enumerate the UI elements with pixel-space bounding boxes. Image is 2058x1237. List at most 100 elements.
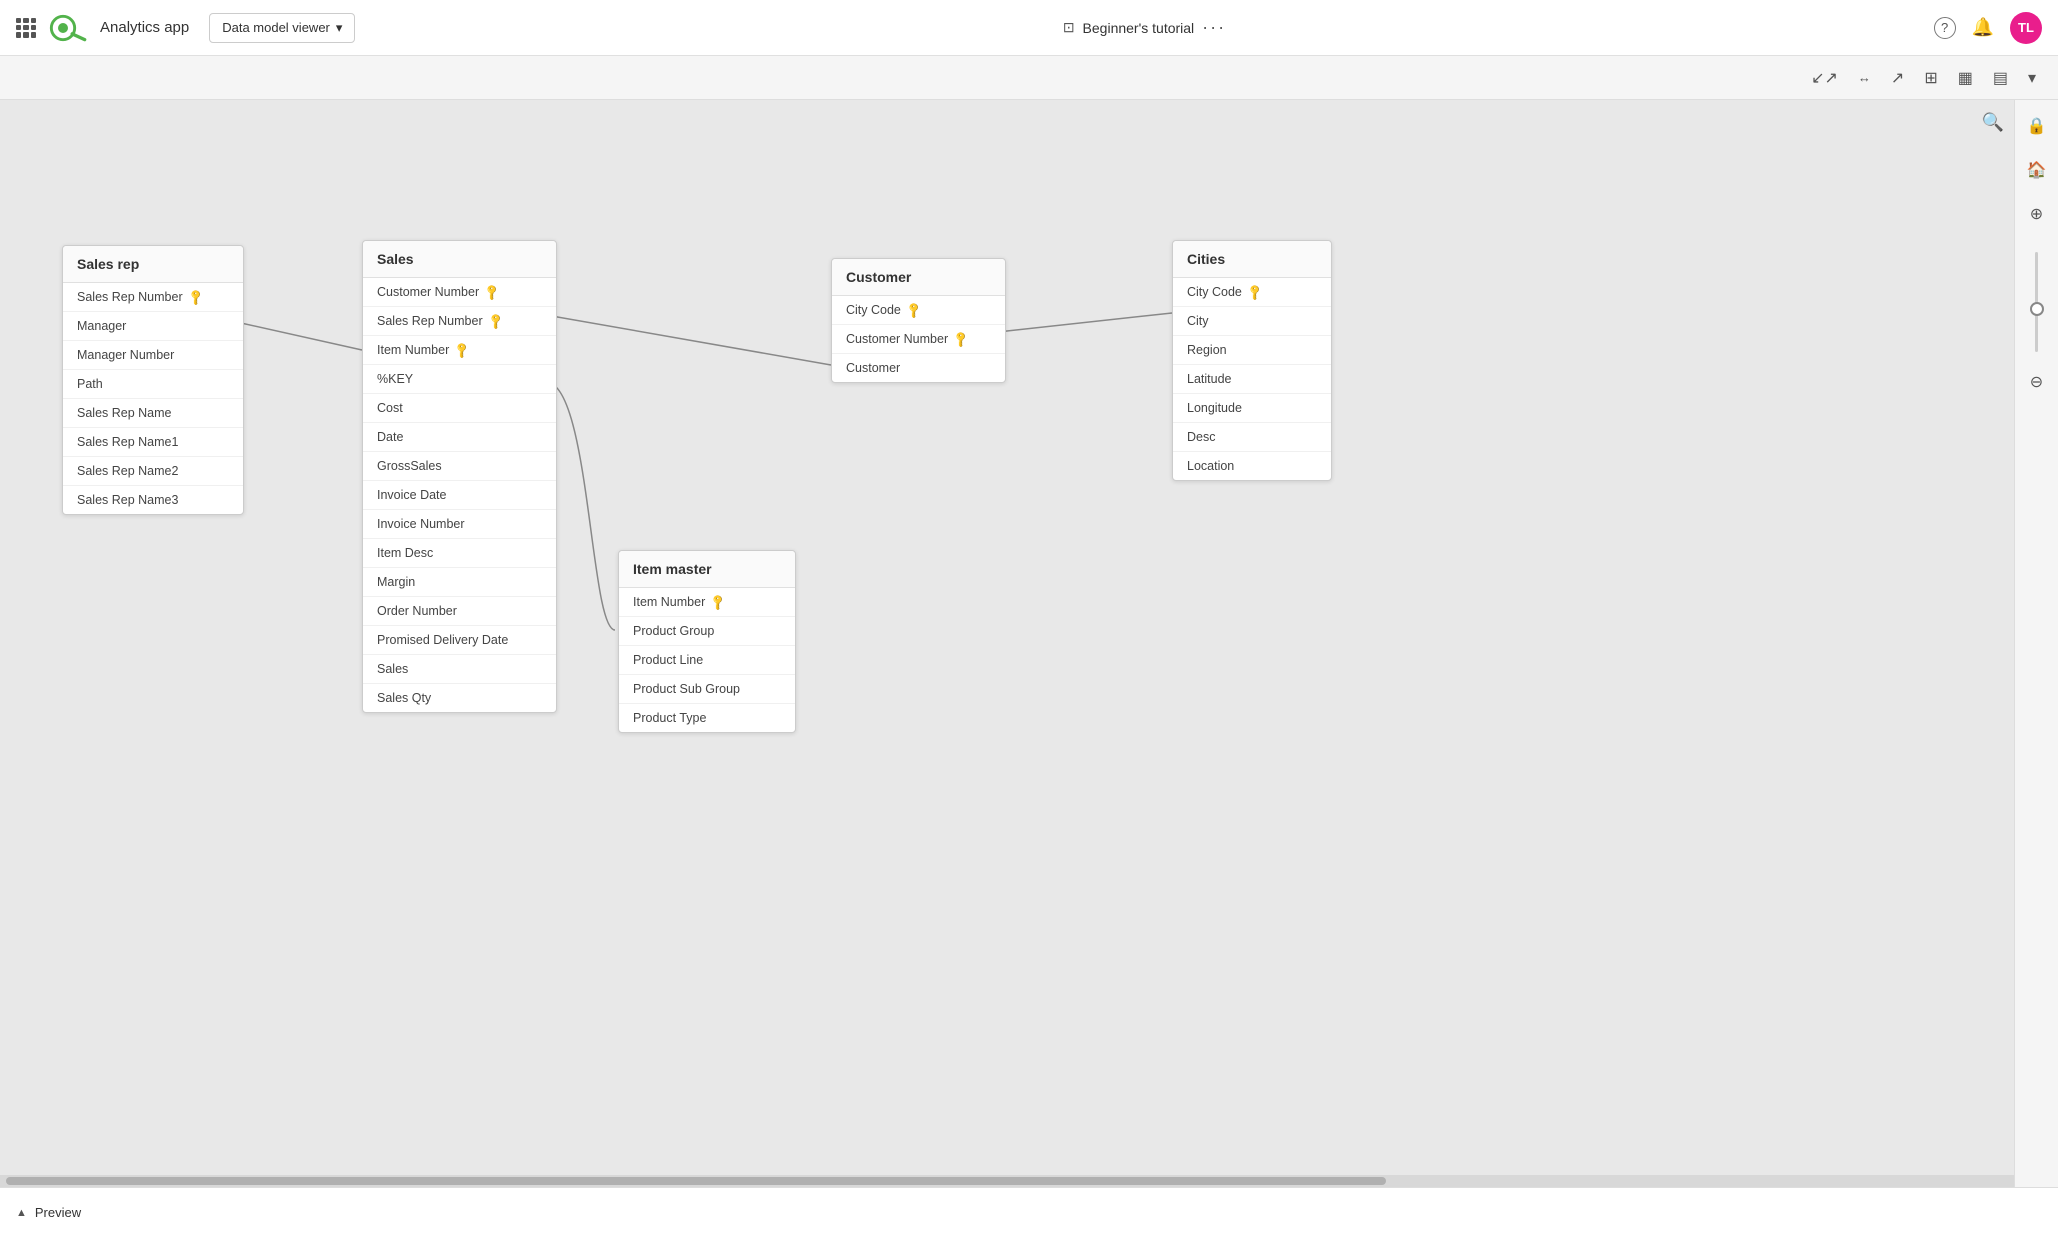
table-row: Sales Rep Number 🔑 [363,307,556,336]
table-row: Promised Delivery Date [363,626,556,655]
topbar: Analytics app Data model viewer ▾ ⊡ Begi… [0,0,2058,56]
table-row: Order Number [363,597,556,626]
zoom-slider-container [2035,252,2038,352]
layout-dropdown-button[interactable]: ▾ [2022,64,2042,92]
table-row: City [1173,307,1331,336]
fit-width-icon: ↔ [1858,70,1871,85]
table-row: Sales Rep Name [63,399,243,428]
table-row: Latitude [1173,365,1331,394]
sales-table: Sales Customer Number 🔑 Sales Rep Number… [362,240,557,713]
zoom-out-side-button[interactable]: ⊖ [2026,368,2047,396]
table-row: Product Group [619,617,795,646]
table-row: Location [1173,452,1331,480]
fit-window-icon: ↙↗ [1811,70,1838,87]
zoom-out-icon: ⊖ [2030,374,2043,391]
table-row: Item Number 🔑 [363,336,556,365]
table-row: Item Desc [363,539,556,568]
table-row: Date [363,423,556,452]
table-row: Sales Rep Name2 [63,457,243,486]
table-row: Desc [1173,423,1331,452]
layout-view-2-button[interactable]: ▦ [1952,64,1979,92]
zoom-in-side-button[interactable]: ⊕ [2026,200,2047,228]
sales-rep-table: Sales rep Sales Rep Number 🔑 Manager Man… [62,245,244,515]
tutorial-icon: ⊡ [1063,19,1075,36]
table-row: Item Number 🔑 [619,588,795,617]
table-row: Product Line [619,646,795,675]
toolbar: ↙↗ ↔ ↗ ⊞ ▦ ▤ ▾ [0,56,2058,100]
tutorial-title: Beginner's tutorial [1083,20,1195,36]
sales-rep-table-header: Sales rep [63,246,243,283]
table-row: Margin [363,568,556,597]
side-panel: 🔒 🏠 ⊕ ⊖ [2014,100,2058,1187]
table-row: Customer Number 🔑 [832,325,1005,354]
chevron-down-icon: ▾ [336,20,343,36]
table-row: Sales Rep Name3 [63,486,243,514]
cities-table: Cities City Code 🔑 City Region Latitude … [1172,240,1332,481]
home-button[interactable]: 🏠 [2023,156,2051,184]
lock-icon: 🔒 [2027,118,2047,135]
expand-icon: ↗ [1891,70,1904,87]
table-row: Longitude [1173,394,1331,423]
key-icon: 🔑 [453,341,472,360]
zoom-in-icon: ⊕ [2030,206,2043,223]
more-options-button[interactable]: ··· [1202,17,1226,38]
key-icon: 🔑 [186,288,205,307]
table-row: City Code 🔑 [832,296,1005,325]
notifications-button[interactable]: 🔔 [1972,17,1994,38]
key-icon: 🔑 [1245,283,1264,302]
topbar-center: ⊡ Beginner's tutorial ··· [367,17,1921,38]
table-row: Cost [363,394,556,423]
avatar[interactable]: TL [2010,12,2042,44]
help-button[interactable]: ? [1934,17,1956,39]
table-row: Sales Qty [363,684,556,712]
table-row: Invoice Date [363,481,556,510]
layout-view-3-button[interactable]: ▤ [1987,64,2014,92]
zoom-thumb[interactable] [2030,302,2044,316]
cities-table-header: Cities [1173,241,1331,278]
canvas-search-button[interactable]: 🔍 [1982,112,2004,133]
search-icon: 🔍 [1982,112,2004,132]
app-title: Analytics app [100,19,189,36]
bell-icon: 🔔 [1972,17,1994,38]
home-icon: 🏠 [2027,162,2047,179]
table-row: Manager Number [63,341,243,370]
customer-table: Customer City Code 🔑 Customer Number 🔑 C… [831,258,1006,383]
topbar-left: Analytics app Data model viewer ▾ [16,13,355,43]
table-row: Product Type [619,704,795,732]
lock-button[interactable]: 🔒 [2023,112,2051,140]
table-row: Customer [832,354,1005,382]
horizontal-scrollbar[interactable] [0,1175,2014,1187]
zoom-in-button[interactable]: ↗ [1885,64,1910,92]
dropdown-arrow-icon: ▾ [2028,70,2036,87]
preview-bar[interactable]: ▲ Preview [0,1187,2058,1237]
item-master-table-header: Item master [619,551,795,588]
topbar-right: ? 🔔 TL [1934,12,2042,44]
qlik-logo [48,14,88,42]
preview-label: Preview [35,1205,81,1220]
layout-view-1-button[interactable]: ⊞ [1918,64,1943,92]
table-row: Customer Number 🔑 [363,278,556,307]
table-row: Sales Rep Name1 [63,428,243,457]
table-row: Sales Rep Number 🔑 [63,283,243,312]
connections-svg [0,100,2058,1187]
fit-to-window-button[interactable]: ↙↗ [1805,64,1844,92]
key-icon: 🔑 [952,330,971,349]
zoom-track[interactable] [2035,252,2038,352]
help-icon: ? [1934,17,1956,39]
key-icon: 🔑 [709,593,728,612]
scrollbar-thumb[interactable] [6,1177,1386,1185]
table-row: Manager [63,312,243,341]
layout1-icon: ⊞ [1924,70,1937,87]
apps-menu-button[interactable] [16,18,36,38]
canvas-area[interactable]: Sales rep Sales Rep Number 🔑 Manager Man… [0,100,2058,1187]
item-master-table: Item master Item Number 🔑 Product Group … [618,550,796,733]
data-model-viewer-dropdown[interactable]: Data model viewer ▾ [209,13,355,43]
key-icon: 🔑 [483,283,502,302]
grid-icon [16,18,36,38]
table-row: City Code 🔑 [1173,278,1331,307]
fit-width-button[interactable]: ↔ [1852,65,1877,91]
layout2-icon: ▦ [1958,70,1973,87]
table-row: Sales [363,655,556,684]
table-row: Product Sub Group [619,675,795,704]
table-row: Path [63,370,243,399]
